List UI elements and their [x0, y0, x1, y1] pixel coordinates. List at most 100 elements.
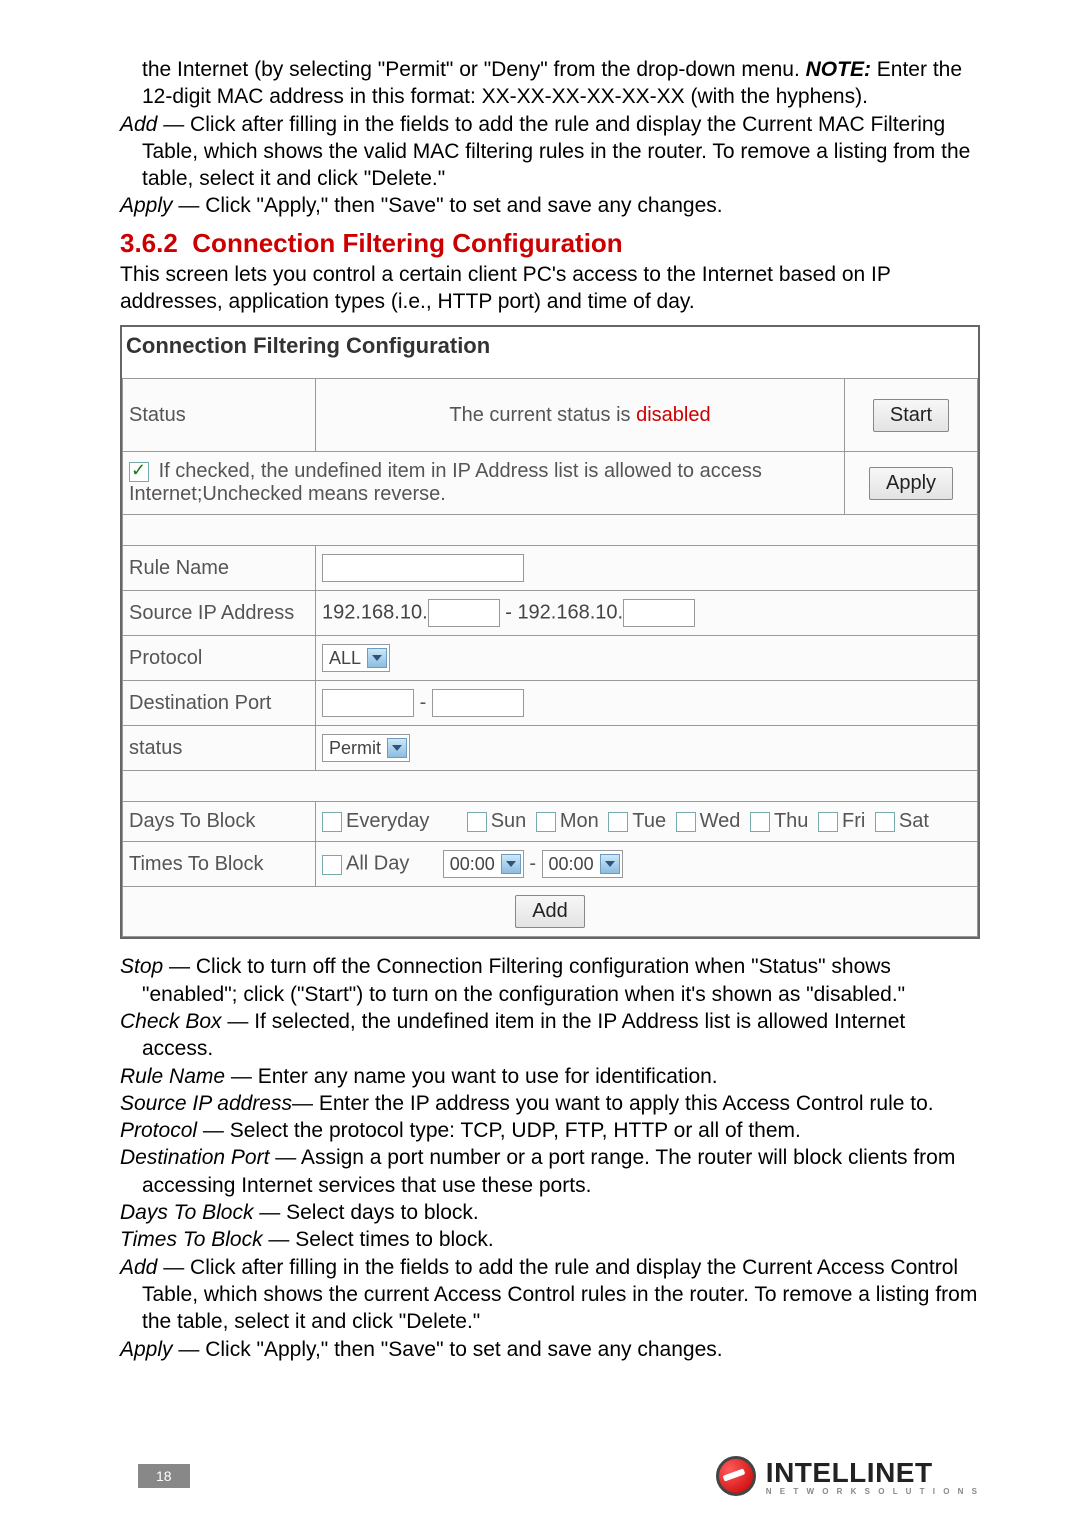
term: Apply: [120, 194, 173, 217]
logo-icon: [716, 1456, 756, 1496]
day-sat-checkbox[interactable]: [875, 812, 895, 832]
definition-text: — Enter any name you want to use for ide…: [225, 1065, 718, 1088]
status-value: disabled: [636, 404, 711, 426]
config-panel: Connection Filtering Configuration Statu…: [120, 325, 980, 939]
add-button[interactable]: Add: [515, 895, 585, 928]
term-text: — Click "Apply," then "Save" to set and …: [173, 194, 723, 217]
definition-item: Apply — Click "Apply," then "Save" to se…: [120, 1336, 980, 1363]
day-tue: Tue: [632, 810, 666, 832]
section-number: 3.6.2: [120, 228, 178, 258]
everyday-label: Everyday: [346, 810, 429, 832]
days-label: Days To Block: [123, 802, 316, 842]
everyday-checkbox[interactable]: [322, 812, 342, 832]
txt: the Internet (by selecting "Permit" or "…: [142, 58, 806, 81]
status-label: Status: [123, 379, 316, 452]
definition-item: Destination Port — Assign a port number …: [120, 1144, 980, 1199]
day-sun-checkbox[interactable]: [467, 812, 487, 832]
time-start-value: 00:00: [450, 854, 495, 875]
apply-button[interactable]: Apply: [869, 467, 953, 500]
ip-prefix-1: 192.168.10.: [322, 602, 428, 624]
protocol-select[interactable]: ALL: [322, 644, 390, 672]
port-end-input[interactable]: [432, 689, 524, 717]
brand-name: INTELLINET: [766, 1457, 980, 1489]
chevron-down-icon: [501, 854, 521, 874]
time-sep: -: [529, 853, 541, 875]
undefined-access-cell: If checked, the undefined item in IP Add…: [123, 452, 845, 515]
time-end-select[interactable]: 00:00: [542, 850, 623, 878]
day-mon: Mon: [560, 810, 599, 832]
start-button[interactable]: Start: [873, 399, 949, 432]
protocol-value: ALL: [329, 648, 361, 669]
time-end-value: 00:00: [549, 854, 594, 875]
ip-start-input[interactable]: [428, 599, 500, 627]
page-footer: 18 INTELLINET N E T W O R K S O L U T I …: [0, 1456, 1080, 1496]
day-wed-checkbox[interactable]: [676, 812, 696, 832]
definition-text: — Enter the IP address you want to apply…: [292, 1092, 934, 1115]
def-apply: Apply — Click "Apply," then "Save" to se…: [120, 192, 980, 219]
definition-item: Add — Click after filling in the fields …: [120, 1254, 980, 1336]
definition-item: Check Box — If selected, the undefined i…: [120, 1008, 980, 1063]
time-start-select[interactable]: 00:00: [443, 850, 524, 878]
definition-item: Stop — Click to turn off the Connection …: [120, 953, 980, 1008]
definition-term: Add: [120, 1256, 157, 1279]
day-tue-checkbox[interactable]: [608, 812, 628, 832]
definition-term: Apply: [120, 1338, 173, 1361]
dest-port-label: Destination Port: [123, 681, 316, 726]
status-select[interactable]: Permit: [322, 734, 410, 762]
definition-text: — Click to turn off the Connection Filte…: [142, 955, 905, 1005]
section-title-text: Connection Filtering Configuration: [192, 228, 622, 258]
allday-label: All Day: [346, 853, 409, 875]
day-mon-checkbox[interactable]: [536, 812, 556, 832]
definition-term: Stop: [120, 955, 163, 978]
status-cell: The current status is disabled: [316, 379, 845, 452]
definition-term: Source IP address: [120, 1092, 292, 1115]
port-sep: -: [420, 692, 432, 714]
brand-sub: N E T W O R K S O L U T I O N S: [766, 1487, 980, 1496]
status-select-value: Permit: [329, 738, 381, 759]
definition-item: Days To Block — Select days to block.: [120, 1199, 980, 1226]
days-cell: Everyday Sun Mon Tue Wed Thu Fri Sat: [316, 802, 978, 842]
definition-text: — Click after filling in the fields to a…: [142, 1256, 977, 1334]
undefined-access-text: If checked, the undefined item in IP Add…: [129, 460, 762, 505]
day-thu: Thu: [774, 810, 808, 832]
ip-sep: -: [505, 602, 517, 624]
config-panel-title: Connection Filtering Configuration: [122, 327, 978, 378]
term-text: — Click after filling in the fields to a…: [142, 113, 970, 191]
brand-logo: INTELLINET N E T W O R K S O L U T I O N…: [716, 1456, 980, 1496]
definition-term: Destination Port: [120, 1146, 269, 1169]
definition-text: — Select the protocol type: TCP, UDP, FT…: [197, 1119, 801, 1142]
port-start-input[interactable]: [322, 689, 414, 717]
day-thu-checkbox[interactable]: [750, 812, 770, 832]
intro-continuation: the Internet (by selecting "Permit" or "…: [120, 56, 980, 111]
definition-text: — Select times to block.: [263, 1228, 494, 1251]
definition-term: Protocol: [120, 1119, 197, 1142]
definition-item: Rule Name — Enter any name you want to u…: [120, 1063, 980, 1090]
definition-text: — If selected, the undefined item in the…: [142, 1010, 905, 1060]
ip-prefix-2: 192.168.10.: [517, 602, 623, 624]
day-sun: Sun: [491, 810, 527, 832]
definition-text: — Select days to block.: [253, 1201, 478, 1224]
note-label: NOTE:: [806, 58, 871, 81]
definition-term: Check Box: [120, 1010, 222, 1033]
rule-name-input[interactable]: [322, 554, 524, 582]
definition-item: Times To Block — Select times to block.: [120, 1226, 980, 1253]
day-fri-checkbox[interactable]: [818, 812, 838, 832]
protocol-label: Protocol: [123, 636, 316, 681]
page-number: 18: [138, 1464, 190, 1488]
day-wed: Wed: [700, 810, 741, 832]
section-heading: 3.6.2 Connection Filtering Configuration: [120, 228, 980, 259]
status-field-label: status: [123, 726, 316, 771]
undefined-access-checkbox[interactable]: [129, 462, 149, 482]
allday-checkbox[interactable]: [322, 855, 342, 875]
section-intro: This screen lets you control a certain c…: [120, 261, 980, 316]
ip-end-input[interactable]: [623, 599, 695, 627]
source-ip-label: Source IP Address: [123, 591, 316, 636]
definitions-list: Stop — Click to turn off the Connection …: [120, 953, 980, 1362]
chevron-down-icon: [367, 648, 387, 668]
term: Add: [120, 113, 157, 136]
status-text: The current status is: [449, 404, 636, 426]
definition-text: — Click "Apply," then "Save" to set and …: [173, 1338, 723, 1361]
config-table: Status The current status is disabled St…: [122, 378, 978, 937]
definition-item: Protocol — Select the protocol type: TCP…: [120, 1117, 980, 1144]
definition-term: Rule Name: [120, 1065, 225, 1088]
